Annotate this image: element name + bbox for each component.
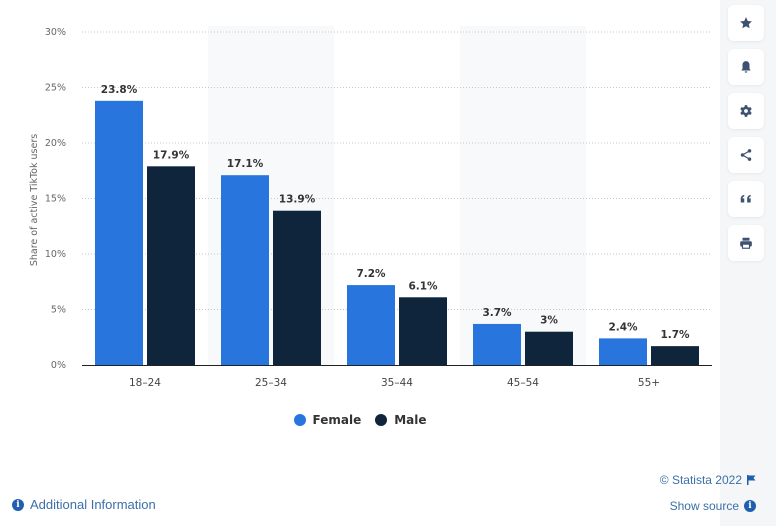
favorite-button[interactable] <box>728 5 764 41</box>
x-tick-label: 25–34 <box>255 377 287 389</box>
gear-icon <box>740 105 752 117</box>
y-tick-label: 30% <box>45 27 66 38</box>
share-button[interactable] <box>728 137 764 173</box>
sidebar-toolbar <box>720 0 776 526</box>
legend-item-male[interactable]: Male <box>375 413 427 427</box>
copyright-text: © Statista 2022 <box>659 473 742 487</box>
bar-chart: 0% 5% 10% 15% 20% 25% 30% 23.8% 17.9% 17.1% 13.9%… <box>29 26 712 389</box>
bar-value-label: 3% <box>540 315 558 327</box>
info-icon: i <box>12 498 24 511</box>
legend: Female Male <box>0 413 720 427</box>
show-source-link[interactable]: Show source i <box>670 499 756 513</box>
bar-male[interactable] <box>147 166 195 365</box>
printer-icon <box>740 237 752 249</box>
settings-button[interactable] <box>728 93 764 129</box>
bar-value-label: 13.9% <box>279 194 316 206</box>
bar-female[interactable] <box>221 175 269 365</box>
y-tick-label: 5% <box>51 305 66 316</box>
bar-value-label: 1.7% <box>660 329 690 341</box>
bar-female[interactable] <box>473 323 521 365</box>
bar-female[interactable] <box>347 285 395 365</box>
bar-male[interactable] <box>651 346 699 365</box>
category-band <box>460 26 586 365</box>
bar-value-label: 3.7% <box>482 307 512 319</box>
print-button[interactable] <box>728 225 764 261</box>
additional-information-link[interactable]: i Additional Information <box>12 497 156 512</box>
bar-male[interactable] <box>273 210 321 365</box>
show-source-label: Show source <box>669 499 739 513</box>
legend-swatch-male <box>375 414 388 426</box>
info-icon: i <box>744 500 756 512</box>
x-tick-label: 55+ <box>638 377 660 389</box>
y-tick-label: 10% <box>45 249 66 260</box>
legend-item-female[interactable]: Female <box>293 413 362 427</box>
additional-information-label: Additional Information <box>30 497 156 512</box>
bar-value-label: 17.1% <box>227 158 264 170</box>
y-tick-label: 25% <box>45 83 66 94</box>
share-icon <box>740 149 752 161</box>
copyright: © Statista 2022 <box>660 473 756 487</box>
bar-male[interactable] <box>525 331 573 365</box>
flag-icon[interactable] <box>747 475 756 485</box>
bell-icon <box>741 61 751 73</box>
legend-swatch-female <box>293 414 306 426</box>
bar-value-label: 6.1% <box>408 280 438 292</box>
bar-value-label: 23.8% <box>101 84 138 96</box>
bar-male[interactable] <box>399 297 447 365</box>
star-icon <box>740 17 752 29</box>
y-tick-label: 20% <box>45 138 66 149</box>
bar-value-label: 7.2% <box>356 268 386 280</box>
legend-label-male: Male <box>394 413 427 427</box>
x-tick-label: 35–44 <box>381 377 413 389</box>
legend-label-female: Female <box>312 413 362 427</box>
y-tick-label: 0% <box>51 360 66 371</box>
notification-button[interactable] <box>728 49 764 85</box>
bar-female[interactable] <box>599 338 647 365</box>
x-tick-label: 18–24 <box>129 377 161 389</box>
quote-icon <box>740 194 751 203</box>
y-tick-label: 15% <box>45 194 66 205</box>
bar-value-label: 2.4% <box>608 321 638 333</box>
bar-value-label: 17.9% <box>153 149 190 161</box>
y-axis-label: Share of active TikTok users <box>29 134 40 266</box>
x-tick-label: 45–54 <box>507 377 539 389</box>
cite-button[interactable] <box>728 181 764 217</box>
bar-female[interactable] <box>95 100 143 365</box>
